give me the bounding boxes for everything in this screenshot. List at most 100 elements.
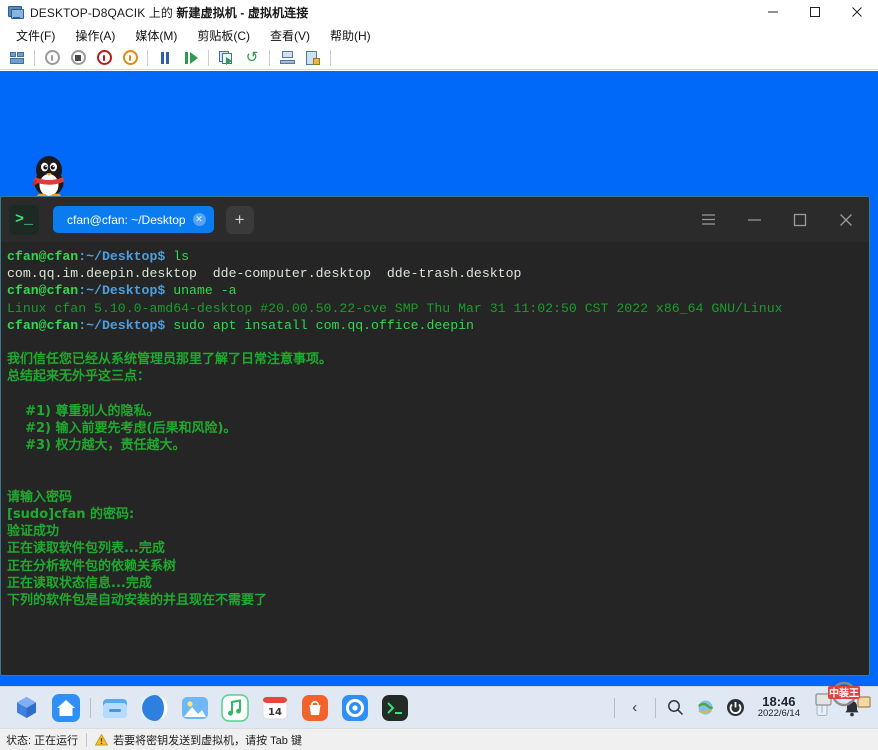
terminal-line: #3) 权力越大，责任越大。	[7, 437, 861, 454]
host-status-bar: 状态: 正在运行 若要将密钥发送到虚拟机，请按 Tab 键	[0, 728, 878, 750]
tray-network-button[interactable]	[692, 694, 720, 722]
status-hint: 若要将密钥发送到虚拟机，请按 Tab 键	[113, 732, 302, 748]
watermark: 中装王	[814, 678, 876, 712]
terminal-prompt-user: cfan@cfan	[7, 249, 78, 264]
terminal-line: 正在读取状态信息...完成	[7, 575, 861, 592]
host-window-title: DESKTOP-D8QACIK 上的 新建虚拟机 - 虚拟机连接	[30, 4, 308, 21]
tray-clock[interactable]: 18:46 2022/6/14	[758, 695, 800, 719]
dock-file-manager[interactable]	[100, 693, 130, 723]
dock-home[interactable]	[51, 693, 81, 723]
menu-media[interactable]: 媒体(M)	[125, 25, 187, 46]
terminal-line: 正在分析软件包的依赖关系树	[7, 558, 861, 575]
resume-button[interactable]	[180, 48, 202, 68]
tray-power-button[interactable]	[722, 694, 750, 722]
new-tab-button[interactable]: +	[226, 206, 254, 234]
dock-separator	[90, 698, 91, 718]
terminal-line	[7, 386, 861, 403]
dock-calendar[interactable]: 14	[260, 693, 290, 723]
chevron-left-icon: ‹	[632, 699, 637, 716]
pause-icon	[161, 52, 169, 64]
warning-icon	[95, 734, 108, 746]
terminal-line	[7, 454, 861, 471]
host-title-mid: 上的	[149, 6, 173, 20]
terminal-line: 正在读取软件包列表...完成	[7, 540, 861, 557]
maximize-button[interactable]	[794, 0, 836, 24]
terminal-line: 验证成功	[7, 523, 861, 540]
terminal-line	[7, 334, 861, 351]
terminal-output[interactable]: cfan@cfan:~/Desktop$ lscom.qq.im.deepin.…	[1, 242, 869, 675]
vm-connect-icon	[7, 4, 23, 20]
terminal-tab-close-icon[interactable]: ✕	[193, 213, 206, 226]
terminal-menu-button[interactable]	[685, 197, 731, 242]
checkpoint-icon	[219, 51, 234, 65]
dock-music[interactable]	[220, 693, 250, 723]
terminal-line	[7, 472, 861, 489]
terminal-line: cfan@cfan:~/Desktop$ uname -a	[7, 282, 861, 299]
terminal-line: 请输入密码	[7, 489, 861, 506]
toolbar-separator-3	[208, 50, 209, 66]
network-settings-button[interactable]	[276, 48, 298, 68]
dock-settings[interactable]	[340, 693, 370, 723]
host-title-bar: DESKTOP-D8QACIK 上的 新建虚拟机 - 虚拟机连接	[0, 0, 878, 25]
tray-expand-button[interactable]: ‹	[621, 694, 649, 722]
terminal-tab[interactable]: cfan@cfan: ~/Desktop ✕	[53, 206, 214, 233]
network-icon	[280, 51, 295, 64]
terminal-prompt-user: cfan@cfan	[7, 283, 78, 298]
dock-app-store[interactable]	[300, 693, 330, 723]
watermark-text: 中装王	[829, 687, 859, 700]
terminal-command: ls	[165, 249, 189, 264]
terminal-close-button[interactable]	[823, 197, 869, 242]
toolbar-separator-5	[330, 50, 331, 66]
host-title-prefix: DESKTOP-D8QACIK	[30, 6, 145, 20]
terminal-logo-glyph: >_	[15, 212, 33, 227]
checkpoint-button[interactable]	[215, 48, 237, 68]
terminal-window-controls	[685, 197, 869, 242]
revert-button[interactable]: ↺	[241, 48, 263, 68]
host-title-vm: 新建虚拟机	[176, 6, 237, 20]
menu-file[interactable]: 文件(F)	[6, 25, 65, 46]
shared-drive-icon	[306, 51, 320, 65]
menu-help[interactable]: 帮助(H)	[320, 25, 381, 46]
terminal-window[interactable]: >_ cfan@cfan: ~/Desktop ✕ +	[0, 196, 870, 676]
status-text: 状态: 正在运行	[6, 732, 78, 748]
reset-button[interactable]	[119, 48, 141, 68]
terminal-minimize-button[interactable]	[731, 197, 777, 242]
pause-button[interactable]	[154, 48, 176, 68]
menu-clipboard[interactable]: 剪贴板(C)	[187, 25, 260, 46]
turn-off-button[interactable]	[93, 48, 115, 68]
menu-view[interactable]: 查看(V)	[260, 25, 320, 46]
qq-penguin-icon	[26, 149, 72, 199]
dock-terminal[interactable]	[380, 693, 410, 723]
shared-drive-button[interactable]	[302, 48, 324, 68]
tray-separator-2	[655, 698, 656, 718]
host-menu-bar: 文件(F) 操作(A) 媒体(M) 剪贴板(C) 查看(V) 帮助(H)	[0, 24, 878, 46]
toolbar-separator-2	[147, 50, 148, 66]
terminal-line: [sudo]cfan 的密码:	[7, 506, 861, 523]
toolbar-separator-4	[269, 50, 270, 66]
minimize-button[interactable]	[752, 0, 794, 24]
clock-date: 2022/6/14	[758, 709, 800, 719]
tray-search-button[interactable]	[662, 694, 690, 722]
terminal-line: #2) 输入前要先考虑(后果和风险)。	[7, 420, 861, 437]
tray-separator	[614, 698, 615, 718]
terminal-title-bar: >_ cfan@cfan: ~/Desktop ✕ +	[1, 197, 869, 242]
shutdown-button[interactable]	[67, 48, 89, 68]
terminal-maximize-button[interactable]	[777, 197, 823, 242]
dock-gallery[interactable]	[180, 693, 210, 723]
terminal-prompt-user: cfan@cfan	[7, 318, 78, 333]
start-button[interactable]	[41, 48, 63, 68]
terminal-line: 下列的软件包是自动安装的并且现在不需要了	[7, 592, 861, 609]
shutdown-icon	[71, 50, 86, 65]
host-window-controls	[752, 0, 878, 24]
vm-viewport[interactable]: QQ >_ cfan@cfan: ~/Desktop ✕ +	[0, 71, 878, 728]
terminal-tab-label: cfan@cfan: ~/Desktop	[67, 213, 186, 227]
terminal-line: cfan@cfan:~/Desktop$ sudo apt insatall c…	[7, 317, 861, 334]
ctrl-alt-del-button[interactable]	[6, 48, 28, 68]
dock-browser[interactable]	[140, 693, 170, 723]
menu-action[interactable]: 操作(A)	[65, 25, 125, 46]
close-button[interactable]	[836, 0, 878, 24]
dock-launcher[interactable]	[11, 693, 41, 723]
svg-text:14: 14	[268, 707, 282, 718]
clock-time: 18:46	[758, 695, 800, 709]
reset-icon	[123, 50, 138, 65]
